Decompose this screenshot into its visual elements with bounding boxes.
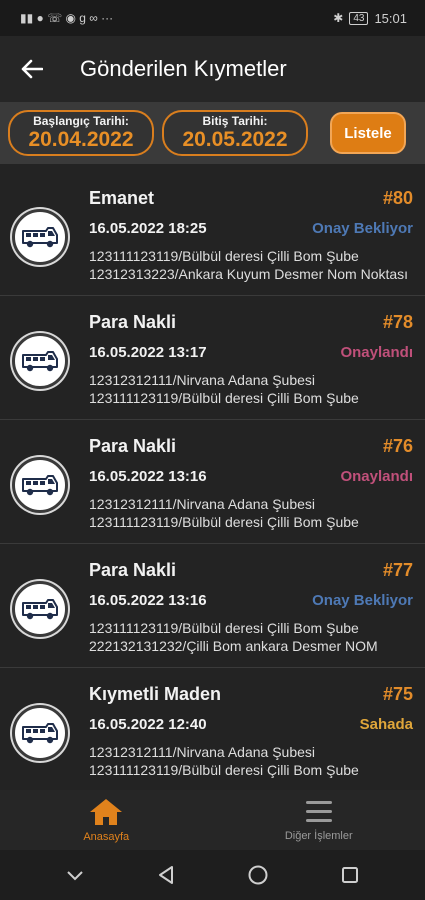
back-triangle-icon[interactable]: [156, 865, 176, 885]
back-button[interactable]: [12, 49, 52, 89]
item-status: Onay Bekliyor: [312, 220, 413, 237]
end-date-value: 20.05.2022: [182, 127, 288, 151]
home-circle-icon[interactable]: [247, 864, 269, 886]
list-item[interactable]: Para Nakli #77 16.05.2022 13:16 Onay Bek…: [0, 544, 425, 668]
nav-other-operations[interactable]: Diğer İşlemler: [239, 798, 399, 842]
start-date-value: 20.04.2022: [28, 127, 134, 151]
item-route: 12312312111/Nirvana Adana Şubesi 1231111…: [89, 743, 409, 779]
item-number: #75: [382, 684, 413, 704]
item-number: #78: [382, 312, 413, 332]
item-route: 123111123119/Bülbül deresi Çilli Bom Şub…: [89, 247, 409, 283]
back-arrow-icon: [21, 59, 43, 79]
item-datetime: 16.05.2022 13:16: [89, 592, 207, 609]
armored-truck-icon: [22, 723, 58, 744]
notification-icons: ▮▮ ● ☏ ◉ g ∞ ···: [20, 11, 113, 25]
chevron-down-icon[interactable]: [65, 868, 85, 882]
transfer-list: Emanet #80 16.05.2022 18:25 Onay Bekliyo…: [0, 172, 425, 790]
item-type: Para Nakli: [89, 436, 177, 456]
clock: 15:01: [374, 10, 407, 26]
item-route-to: 123111123119/Bülbül deresi Çilli Bom Şub…: [89, 514, 359, 530]
bluetooth-icon: ✱: [333, 11, 344, 25]
item-route: 12312312111/Nirvana Adana Şubesi 1231111…: [89, 495, 409, 531]
item-type: Emanet: [89, 188, 155, 208]
item-status: Sahada: [359, 716, 413, 733]
item-type: Kıymetli Maden: [89, 684, 222, 704]
nav-home-label: Anasayfa: [83, 831, 130, 843]
armored-truck-icon: [22, 475, 58, 496]
item-route-to: 222132131232/Çilli Bom ankara Desmer NOM: [89, 638, 378, 654]
item-datetime: 16.05.2022 13:17: [89, 344, 207, 361]
armored-truck-icon: [22, 599, 58, 620]
item-route-to: 12312313223/Ankara Kuyum Desmer Nom Nokt…: [89, 266, 409, 282]
date-filter-bar: Başlangıç Tarihi: 20.04.2022 Bitiş Tarih…: [0, 102, 425, 164]
page-title: Gönderilen Kıymetler: [80, 56, 287, 81]
list-item[interactable]: Emanet #80 16.05.2022 18:25 Onay Bekliyo…: [0, 172, 425, 296]
vehicle-avatar: [12, 333, 68, 389]
item-status: Onaylandı: [340, 468, 413, 485]
item-status: Onay Bekliyor: [312, 592, 413, 609]
item-number: #76: [382, 436, 413, 456]
status-bar: ▮▮ ● ☏ ◉ g ∞ ··· ✱ 43 15:01: [0, 0, 425, 36]
item-route-from: 123111123119/Bülbül deresi Çilli Bom Şub…: [89, 620, 359, 636]
item-datetime: 16.05.2022 18:25: [89, 220, 207, 237]
list-item[interactable]: Para Nakli #76 16.05.2022 13:16 Onayland…: [0, 420, 425, 544]
item-number: #80: [382, 188, 413, 208]
item-number: #77: [382, 560, 413, 580]
start-date-picker[interactable]: Başlangıç Tarihi: 20.04.2022: [8, 110, 154, 156]
vehicle-avatar: [12, 209, 68, 265]
armored-truck-icon: [22, 227, 58, 248]
item-route-from: 12312312111/Nirvana Adana Şubesi: [89, 372, 315, 388]
armored-truck-icon: [22, 351, 58, 372]
nav-other-label: Diğer İşlemler: [284, 830, 353, 842]
notification-glyphs: ▮▮ ● ☏ ◉ g ∞ ···: [20, 11, 114, 25]
system-nav-bar: [0, 850, 425, 900]
list-item[interactable]: Kıymetli Maden #75 16.05.2022 12:40 Saha…: [0, 668, 425, 790]
item-route-to: 123111123119/Bülbül deresi Çilli Bom Şub…: [89, 762, 359, 778]
item-route-from: 12312312111/Nirvana Adana Şubesi: [89, 496, 315, 512]
battery-icon: 43: [349, 11, 369, 25]
recents-square-icon[interactable]: [340, 865, 360, 885]
item-route-from: 123111123119/Bülbül deresi Çilli Bom Şub…: [89, 248, 359, 264]
vehicle-avatar: [12, 457, 68, 513]
item-route: 123111123119/Bülbül deresi Çilli Bom Şub…: [89, 619, 409, 655]
item-route-to: 123111123119/Bülbül deresi Çilli Bom Şub…: [89, 390, 359, 406]
item-route-from: 12312312111/Nirvana Adana Şubesi: [89, 744, 315, 760]
item-datetime: 16.05.2022 13:16: [89, 468, 207, 485]
list-item[interactable]: Para Nakli #78 16.05.2022 13:17 Onayland…: [0, 296, 425, 420]
end-date-picker[interactable]: Bitiş Tarihi: 20.05.2022: [162, 110, 308, 156]
bottom-nav: Anasayfa Diğer İşlemler: [0, 790, 425, 850]
item-type: Para Nakli: [89, 560, 177, 580]
app-header: Gönderilen Kıymetler: [0, 36, 425, 102]
hamburger-menu-icon: [305, 801, 332, 822]
vehicle-avatar: [12, 581, 68, 637]
status-right: ✱ 43 15:01: [333, 11, 407, 26]
home-icon: [90, 799, 123, 825]
end-date-label: Bitiş Tarihi:: [202, 113, 268, 128]
item-type: Para Nakli: [89, 312, 177, 332]
list-button[interactable]: Listele: [330, 112, 406, 154]
item-route: 12312312111/Nirvana Adana Şubesi 1231111…: [89, 371, 409, 407]
start-date-label: Başlangıç Tarihi:: [33, 113, 129, 128]
nav-home[interactable]: Anasayfa: [26, 797, 186, 843]
item-status: Onaylandı: [340, 344, 413, 361]
vehicle-avatar: [12, 705, 68, 761]
item-datetime: 16.05.2022 12:40: [89, 716, 207, 733]
